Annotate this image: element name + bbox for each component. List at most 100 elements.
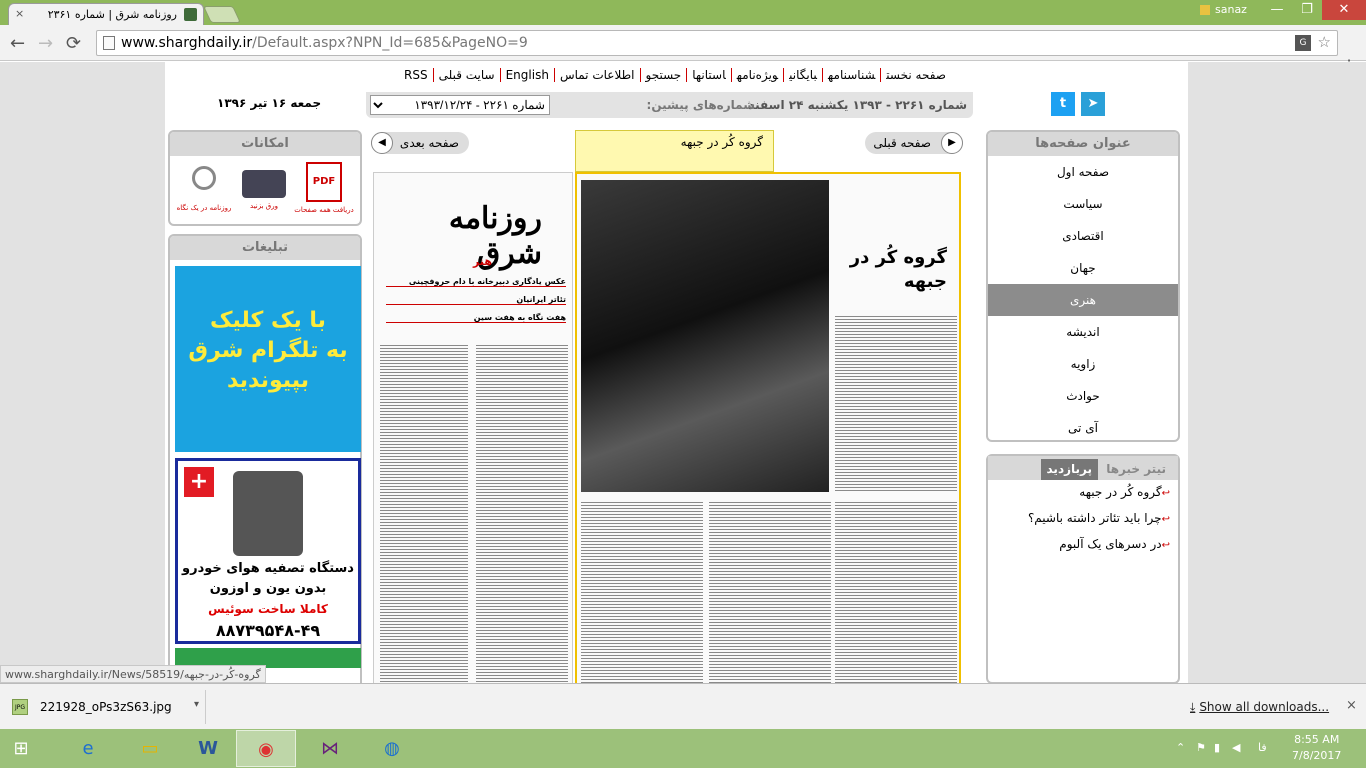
newspaper-page-right[interactable]: گروه کُر در جبهه xyxy=(575,172,961,683)
next-page-button[interactable]: ◀ صفحه بعدی xyxy=(371,132,469,154)
page-item-economy[interactable]: اقتصادی xyxy=(988,220,1178,252)
previous-issues-label: شماره‌های پیشین: xyxy=(646,98,755,112)
profile-button[interactable]: sanaz xyxy=(1200,3,1247,16)
page-item-it[interactable]: آی تی xyxy=(988,412,1178,444)
news-item[interactable]: در دسرهای یک آلبوم xyxy=(988,532,1178,558)
restore-icon[interactable]: ❐ xyxy=(1292,0,1322,20)
tab-close-icon[interactable]: × xyxy=(15,7,24,20)
close-downloads-icon[interactable]: × xyxy=(1346,698,1357,713)
ad-line: بدون یون و اوزون xyxy=(209,581,327,596)
nav-rss[interactable]: RSS xyxy=(399,68,433,82)
reload-icon[interactable]: ⟳ xyxy=(66,33,81,54)
language-indicator[interactable]: فا xyxy=(1258,741,1267,754)
close-window-icon[interactable]: ✕ xyxy=(1322,0,1366,20)
issue-bar: شماره ۲۲۶۱ - ۱۳۹۳ یکشنبه ۲۴ اسفند شماره‌… xyxy=(366,92,973,118)
internet-explorer-icon[interactable]: e xyxy=(58,730,118,767)
page-list-header: عنوان صفحه‌ها xyxy=(988,132,1178,156)
file-explorer-icon[interactable]: ▭ xyxy=(120,730,180,767)
url-text[interactable]: www.sharghdaily.ir/Default.aspx?NPN_Id=6… xyxy=(121,35,528,51)
top-navigation: صفحه نخستشناسنامهبایگانیویژه‌نامهاستانها… xyxy=(365,68,985,84)
nav-english[interactable]: English xyxy=(499,68,554,82)
page-item-art[interactable]: هنری xyxy=(988,284,1178,316)
visual-studio-icon[interactable]: ⋈ xyxy=(300,730,360,767)
download-all-pages-tool[interactable]: PDF دریافت همه صفحات xyxy=(294,162,354,214)
download-item[interactable]: JPG 221928_oPs3zS63.jpg ▾ xyxy=(6,690,206,724)
newspaper-page-left[interactable]: روزنامه شرق هنر عکس یادگاری دبیرخانه با … xyxy=(373,172,573,683)
nav-home[interactable]: صفحه نخست xyxy=(880,68,951,82)
nav-search[interactable]: جستجو xyxy=(639,68,687,82)
ad-line: با یک کلیک xyxy=(210,308,326,333)
page-list-box: عنوان صفحه‌ها صفحه اول سیاست اقتصادی جها… xyxy=(986,130,1180,442)
page-item-front[interactable]: صفحه اول xyxy=(988,156,1178,188)
product-image xyxy=(233,471,303,556)
book-icon xyxy=(242,170,286,198)
page-item-incidents[interactable]: حوادث xyxy=(988,380,1178,412)
news-item[interactable]: گروه کُر در جبهه xyxy=(988,480,1178,506)
page-item-angle[interactable]: زاویه xyxy=(988,348,1178,380)
taskbar-clock[interactable]: 8:55 AM 7/8/2017 xyxy=(1292,732,1341,764)
ads-box: تبلیغات با یک کلیک به تلگرام شرق بپیوندی… xyxy=(168,234,362,683)
download-shelf: JPG 221928_oPs3zS63.jpg ▾ ⤓ Show all down… xyxy=(0,683,1366,729)
flip-pages-tool[interactable]: ورق بزنید xyxy=(234,162,294,210)
nav-old-site[interactable]: سایت قبلی xyxy=(432,68,500,82)
forward-icon[interactable]: → xyxy=(38,33,53,54)
tab-most-viewed[interactable]: پربازدید xyxy=(1040,459,1098,480)
news-tabs: تیتر خبرها پربازدید xyxy=(988,456,1178,480)
windows-taskbar: ⊞ e ▭ W ◉ ⋈ ◍ ⌃ ⚑ ▮ ◀ فا 8:55 AM 7/8/201… xyxy=(0,729,1366,768)
flag-icon[interactable]: ⚑ xyxy=(1196,741,1206,754)
chevron-down-icon[interactable]: ▾ xyxy=(194,699,199,710)
show-all-downloads-label: Show all downloads... xyxy=(1199,700,1330,714)
pdf-icon: PDF xyxy=(306,162,342,202)
browser-tab[interactable]: روزنامه شرق | شماره ۲۳۶۱ × xyxy=(8,3,204,25)
tools-header: امکانات xyxy=(170,132,360,156)
url-path: /Default.aspx?NPN_Id=685&PageNO=9 xyxy=(252,35,528,51)
volume-icon[interactable]: ◀ xyxy=(1232,741,1240,754)
air-purifier-ad[interactable]: + دستگاه تصفیه هوای خودرو بدون یون و اوز… xyxy=(175,458,361,644)
nav-contact[interactable]: اطلاعات تماس xyxy=(553,68,640,82)
page-item-politics[interactable]: سیاست xyxy=(988,188,1178,220)
chrome-icon[interactable]: ◉ xyxy=(236,730,296,767)
page-icon xyxy=(103,36,115,50)
ad-phone: ۸۸۷۳۹۵۴۸-۴۹ xyxy=(215,621,321,640)
url-host: www.sharghdaily.ir xyxy=(121,35,253,51)
tab-title: روزنامه شرق | شماره ۲۳۶۱ xyxy=(47,8,177,21)
previous-page-button[interactable]: ▶ صفحه قبلی xyxy=(865,132,963,154)
nav-special[interactable]: ویژه‌نامه xyxy=(730,68,784,82)
toc-item: عکس یادگاری دبیرخانه با دام حروفچینی xyxy=(386,277,566,287)
news-item[interactable]: چرا باید تئاتر داشته باشیم؟ xyxy=(988,506,1178,532)
ad-line: به تلگرام شرق xyxy=(188,338,348,363)
network-icon[interactable]: ▮ xyxy=(1214,741,1220,754)
text-column xyxy=(835,314,957,492)
nav-about[interactable]: شناسنامه xyxy=(822,68,881,82)
tray-up-icon[interactable]: ⌃ xyxy=(1176,741,1185,754)
show-all-downloads-link[interactable]: ⤓ Show all downloads... xyxy=(1190,700,1329,715)
page-item-world[interactable]: جهان xyxy=(988,252,1178,284)
telegram-icon[interactable]: ➤ xyxy=(1081,92,1105,116)
back-icon[interactable]: ← xyxy=(10,33,25,54)
swiss-flag-icon: + xyxy=(184,467,214,497)
nav-archive[interactable]: بایگانی xyxy=(783,68,822,82)
overview-tool[interactable]: روزنامه در یک نگاه xyxy=(174,162,234,212)
network-lock-icon[interactable]: ◍ xyxy=(362,730,422,767)
page-item-thought[interactable]: اندیشه xyxy=(988,316,1178,348)
address-bar[interactable]: www.sharghdaily.ir/Default.aspx?NPN_Id=6… xyxy=(96,30,1338,56)
windows-start-icon[interactable]: ⊞ xyxy=(0,730,42,767)
next-page-label: صفحه بعدی xyxy=(399,136,459,150)
browser-titlebar: روزنامه شرق | شماره ۲۳۶۱ × sanaz — ❐ ✕ xyxy=(0,0,1366,25)
address-toolbar: ← → ⟳ www.sharghdaily.ir/Default.aspx?NP… xyxy=(0,25,1366,83)
word-icon[interactable]: W xyxy=(178,730,238,767)
bookmark-star-icon[interactable]: ☆ xyxy=(1318,33,1331,51)
nav-provinces[interactable]: استانها xyxy=(686,68,731,82)
telegram-ad[interactable]: با یک کلیک به تلگرام شرق بپیوندید xyxy=(175,266,361,452)
article-headline: گروه کُر در جبهه xyxy=(849,247,947,292)
translate-icon[interactable]: G xyxy=(1295,35,1311,51)
twitter-icon[interactable]: t xyxy=(1051,92,1075,116)
page-viewport: صفحه نخستشناسنامهبایگانیویژه‌نامهاستانها… xyxy=(0,62,1366,683)
previous-issues-select[interactable]: شماره ۲۲۶۱ - ۱۳۹۳/۱۲/۲۴ xyxy=(370,95,550,115)
download-filename: 221928_oPs3zS63.jpg xyxy=(40,700,172,714)
minimize-icon[interactable]: — xyxy=(1262,0,1292,20)
new-tab-button[interactable] xyxy=(203,6,241,23)
tab-headlines[interactable]: تیتر خبرها xyxy=(1100,459,1172,480)
article-tooltip: گروه کُر در جبهه xyxy=(575,130,774,172)
next-arrow-icon: ◀ xyxy=(371,132,393,154)
